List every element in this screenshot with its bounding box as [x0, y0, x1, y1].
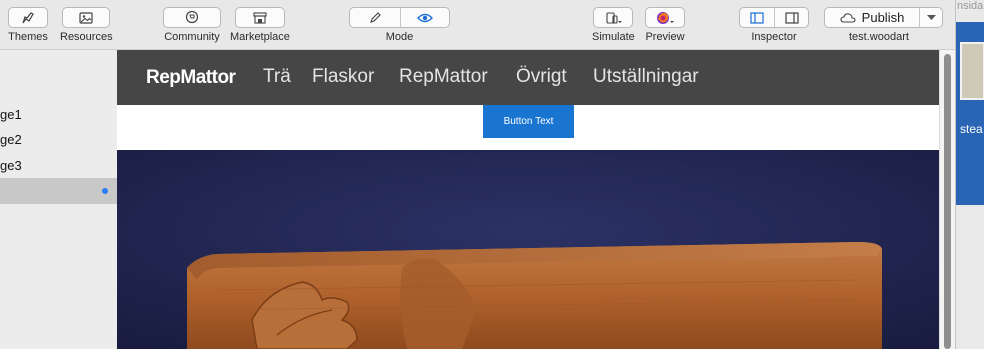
site-navbar: RepMattor Trä Flaskor RepMattor Övrigt U… — [117, 50, 939, 105]
resources-button[interactable] — [62, 7, 111, 28]
publish-main-button[interactable]: Publish — [825, 8, 919, 27]
mode-group: Mode — [349, 7, 450, 43]
nav-link-tra[interactable]: Trä — [263, 66, 291, 88]
publish-label: Publish — [861, 10, 905, 25]
pencil-icon — [370, 11, 381, 23]
background-window-title: nsida — [957, 0, 984, 12]
mode-segmented-control — [349, 7, 450, 28]
nav-link-repmattor[interactable]: RepMattor — [399, 66, 488, 88]
file-thumbnail-label: stea — [960, 122, 983, 136]
themes-label: Themes — [8, 31, 48, 43]
themes-group: Themes — [8, 7, 48, 43]
left-sidebar-toggle[interactable] — [740, 8, 774, 27]
site-brand[interactable]: RepMattor — [146, 67, 236, 89]
preview-label: Preview — [645, 31, 685, 43]
brush-icon — [22, 11, 34, 23]
page-item-1[interactable]: ge1 — [0, 101, 117, 127]
community-button[interactable] — [163, 7, 221, 28]
page-item-label: ge1 — [0, 106, 22, 122]
background-window: nsida stea — [955, 0, 984, 349]
community-icon — [185, 10, 199, 24]
canvas-scrollbar[interactable] — [939, 50, 955, 349]
community-group: Community — [163, 7, 221, 43]
nav-link-ovrigt[interactable]: Övrigt — [516, 66, 567, 88]
nav-link-flaskor[interactable]: Flaskor — [312, 66, 374, 88]
pages-sidebar: ge1 ge2 ge3 — [0, 50, 117, 349]
page-item-3[interactable]: ge3 — [0, 152, 117, 178]
preview-button[interactable] — [645, 7, 685, 28]
store-icon — [253, 11, 267, 24]
publish-menu-button[interactable] — [919, 8, 942, 27]
simulate-label: Simulate — [592, 31, 635, 43]
resources-label: Resources — [60, 31, 113, 43]
cta-button[interactable]: Button Text — [483, 105, 574, 138]
page-canvas: RepMattor Trä Flaskor RepMattor Övrigt U… — [117, 50, 939, 349]
inspector-label: Inspector — [751, 31, 797, 43]
cloud-icon — [840, 12, 856, 23]
simulate-group: Simulate — [592, 7, 635, 43]
firefox-icon — [657, 11, 674, 24]
marketplace-group: Marketplace — [230, 7, 290, 43]
mode-label: Mode — [385, 31, 414, 43]
chevron-down-icon — [926, 14, 936, 20]
marketplace-button[interactable] — [234, 7, 285, 28]
unpublished-dot — [102, 188, 108, 194]
site-name-label: test.woodart — [849, 31, 909, 43]
themes-button[interactable] — [8, 7, 48, 28]
resources-group: Resources — [60, 7, 113, 43]
nav-link-utstallningar[interactable]: Utställningar — [593, 66, 699, 88]
preview-mode-button[interactable] — [400, 8, 449, 27]
wooden-plane-image — [117, 150, 939, 349]
inspector-segmented-control — [739, 7, 809, 28]
community-label: Community — [164, 31, 220, 43]
image-icon — [79, 11, 93, 24]
page-item-label: ge2 — [0, 131, 22, 147]
background-window-panel: stea — [956, 22, 984, 205]
device-icon — [606, 11, 623, 24]
preview-group: Preview — [645, 7, 685, 43]
page-item-label: ge3 — [0, 157, 22, 173]
eye-icon — [417, 13, 433, 22]
sidebar-left-icon — [750, 11, 764, 24]
page-item-2[interactable]: ge2 — [0, 126, 117, 152]
edit-mode-button[interactable] — [350, 8, 400, 27]
simulate-button[interactable] — [593, 7, 634, 28]
file-thumbnail[interactable] — [960, 42, 984, 100]
right-sidebar-toggle[interactable] — [774, 8, 808, 27]
publish-button[interactable]: Publish — [824, 7, 943, 28]
sidebar-right-icon — [784, 11, 799, 24]
inspector-group: Inspector — [739, 7, 809, 43]
hero-image — [117, 150, 939, 349]
app-toolbar: Themes Resources Community Marketplace M… — [0, 0, 955, 50]
marketplace-label: Marketplace — [230, 31, 290, 43]
scrollbar-thumb[interactable] — [944, 54, 951, 349]
page-item-selected[interactable] — [0, 178, 117, 204]
